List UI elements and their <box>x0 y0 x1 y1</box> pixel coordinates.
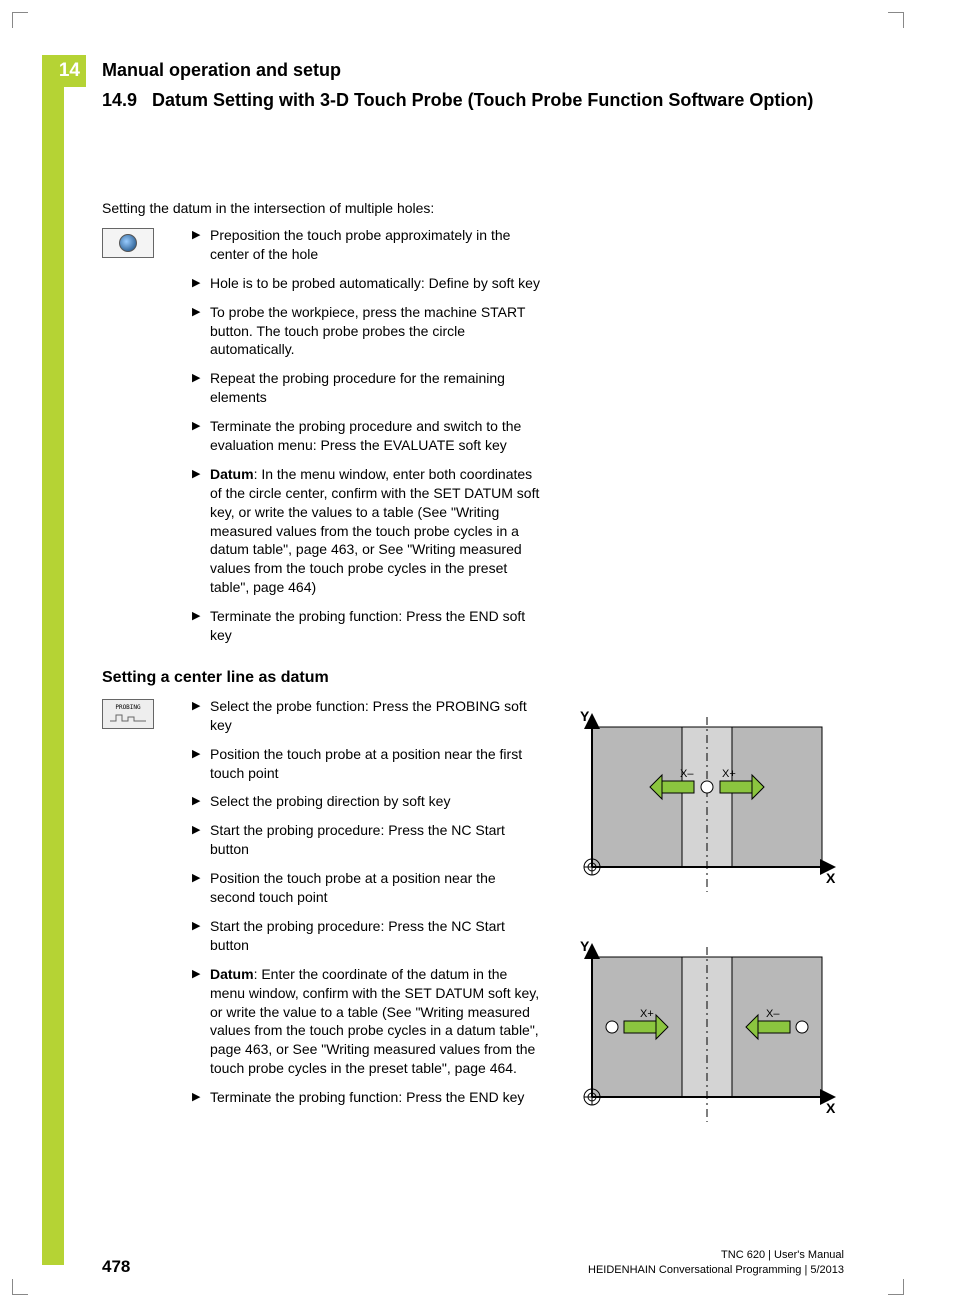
step-item: ▶Start the probing procedure: Press the … <box>192 821 542 859</box>
step-text: Preposition the touch probe approximatel… <box>210 226 542 264</box>
step-text: Select the probe function: Press the PRO… <box>210 697 542 735</box>
bullet-arrow-icon: ▶ <box>192 821 210 859</box>
bullet-arrow-icon: ▶ <box>192 917 210 955</box>
label-x-minus: X– <box>680 768 694 780</box>
step-item: ▶Position the touch probe at a position … <box>192 869 542 907</box>
step-text: Terminate the probing function: Press th… <box>210 607 542 645</box>
step-text: Select the probing direction by soft key <box>210 792 542 811</box>
step-item: ▶Terminate the probing function: Press t… <box>192 607 542 645</box>
step-item: ▶Select the probing direction by soft ke… <box>192 792 542 811</box>
bullet-arrow-icon: ▶ <box>192 965 210 1078</box>
step-text: Position the touch probe at a position n… <box>210 869 542 907</box>
step-list-2: ▶Select the probe function: Press the PR… <box>192 697 542 1117</box>
step-text: To probe the workpiece, press the machin… <box>210 303 542 360</box>
intro-text: Setting the datum in the intersection of… <box>102 200 842 216</box>
diagram-center-line-2: X+ X– Y X <box>562 927 842 1137</box>
step-text: Start the probing procedure: Press the N… <box>210 917 542 955</box>
diagram-center-line-1: X– X+ Y X <box>562 697 842 907</box>
step-item: ▶Terminate the probing function: Press t… <box>192 1088 542 1107</box>
step-text: Repeat the probing procedure for the rem… <box>210 369 542 407</box>
step-item: ▶Hole is to be probed automatically: Def… <box>192 274 542 293</box>
step-item: ▶Terminate the probing procedure and swi… <box>192 417 542 455</box>
bullet-arrow-icon: ▶ <box>192 745 210 783</box>
crop-mark <box>888 12 904 28</box>
label-x-plus: X+ <box>640 1008 654 1020</box>
step-item: ▶Datum: In the menu window, enter both c… <box>192 465 542 597</box>
crop-mark <box>12 1279 28 1295</box>
step-text: Datum: Enter the coordinate of the datum… <box>210 965 542 1078</box>
step-text: Position the touch probe at a position n… <box>210 745 542 783</box>
axis-y-label: Y <box>580 708 590 724</box>
label-x-plus: X+ <box>722 768 736 780</box>
step-text: Hole is to be probed automatically: Defi… <box>210 274 542 293</box>
step-item: ▶Preposition the touch probe approximate… <box>192 226 542 264</box>
step-item: ▶Repeat the probing procedure for the re… <box>192 369 542 407</box>
step-text: Datum: In the menu window, enter both co… <box>210 465 542 597</box>
axis-x-label: X <box>826 1100 836 1116</box>
softkey-circle-icon <box>102 228 154 258</box>
bullet-arrow-icon: ▶ <box>192 417 210 455</box>
step-item: ▶Datum: Enter the coordinate of the datu… <box>192 965 542 1078</box>
step-text: Terminate the probing procedure and swit… <box>210 417 542 455</box>
subheading-center-line: Setting a center line as datum <box>102 669 842 687</box>
chapter-number-tab: 14 <box>42 55 86 87</box>
bullet-arrow-icon: ▶ <box>192 607 210 645</box>
step-item: ▶Select the probe function: Press the PR… <box>192 697 542 735</box>
crop-mark <box>12 12 28 28</box>
step-text: Terminate the probing function: Press th… <box>210 1088 542 1107</box>
step-item: ▶Start the probing procedure: Press the … <box>192 917 542 955</box>
footer-text: TNC 620 | User's Manual HEIDENHAIN Conve… <box>588 1248 844 1277</box>
page-number: 478 <box>102 1257 130 1277</box>
step-item: ▶Position the touch probe at a position … <box>192 745 542 783</box>
step-item: ▶To probe the workpiece, press the machi… <box>192 303 542 360</box>
bullet-arrow-icon: ▶ <box>192 1088 210 1107</box>
probing-glyph-icon <box>108 711 148 723</box>
bullet-arrow-icon: ▶ <box>192 303 210 360</box>
softkey-probing-label: PROBING <box>115 704 140 711</box>
label-x-minus: X– <box>766 1008 780 1020</box>
axis-x-label: X <box>826 870 836 886</box>
chapter-title: Manual operation and setup <box>102 60 842 81</box>
footer-line-1: TNC 620 | User's Manual <box>588 1248 844 1262</box>
step-list-1: ▶Preposition the touch probe approximate… <box>192 226 542 655</box>
section-number: 14.9 <box>102 89 152 112</box>
chapter-sidebar <box>42 55 64 1265</box>
bullet-arrow-icon: ▶ <box>192 226 210 264</box>
target-icon <box>119 234 137 252</box>
section-title: Datum Setting with 3-D Touch Probe (Touc… <box>152 89 842 112</box>
step-text: Start the probing procedure: Press the N… <box>210 821 542 859</box>
bullet-arrow-icon: ▶ <box>192 697 210 735</box>
bullet-arrow-icon: ▶ <box>192 465 210 597</box>
axis-y-label: Y <box>580 938 590 954</box>
footer-line-2: HEIDENHAIN Conversational Programming | … <box>588 1263 844 1277</box>
bullet-arrow-icon: ▶ <box>192 369 210 407</box>
bullet-arrow-icon: ▶ <box>192 274 210 293</box>
softkey-probing-icon: PROBING <box>102 699 154 729</box>
bullet-arrow-icon: ▶ <box>192 869 210 907</box>
bullet-arrow-icon: ▶ <box>192 792 210 811</box>
crop-mark <box>888 1279 904 1295</box>
